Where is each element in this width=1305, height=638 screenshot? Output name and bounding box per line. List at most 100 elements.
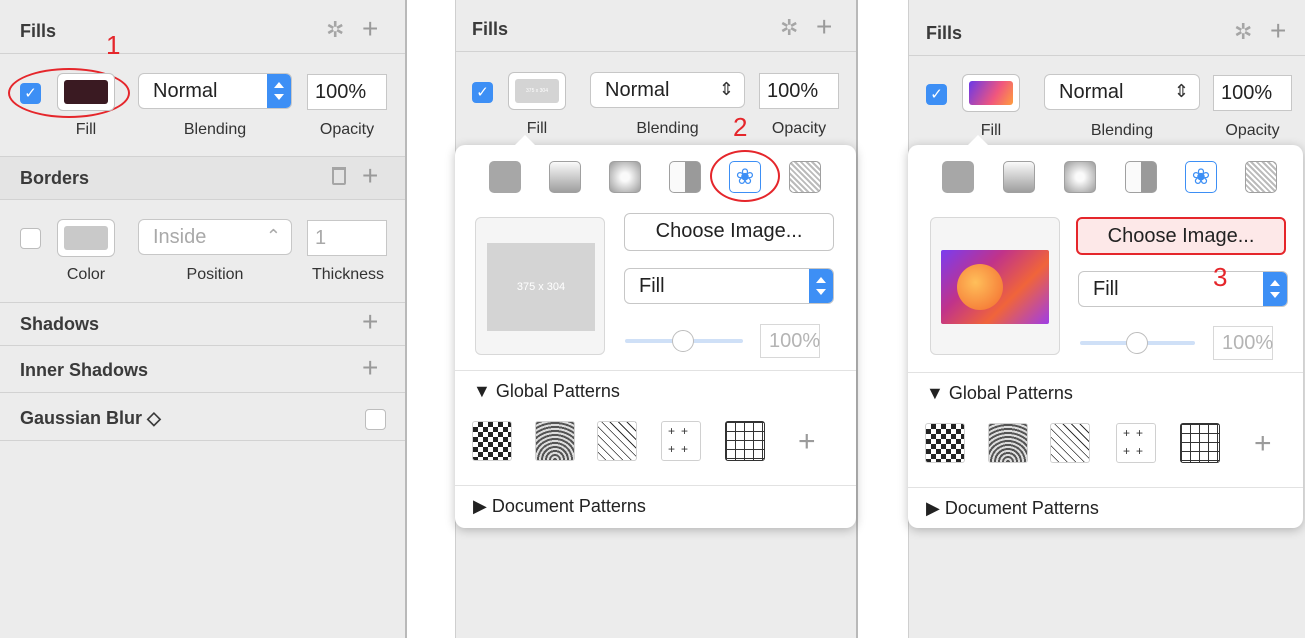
add-pattern-plus-icon[interactable]: + (798, 425, 816, 459)
blending-select[interactable]: Normal (138, 73, 292, 109)
annotation-ring-2 (710, 150, 780, 202)
solid-fill-type-icon[interactable] (942, 161, 974, 193)
border-enabled-checkbox[interactable] (20, 228, 41, 249)
global-patterns-toggle-3[interactable]: ▼ Global Patterns (926, 383, 1073, 404)
noise-fill-type-icon[interactable] (1245, 161, 1277, 193)
popover-arrow-shape (515, 135, 535, 145)
borders-header: Borders + (0, 156, 405, 200)
blending-caption: Blending (183, 121, 247, 138)
diagonal-pattern-tile[interactable] (1050, 423, 1090, 463)
fills-header-3: Fills ✲ + (909, 12, 1305, 56)
blending-value-3: Normal (1059, 81, 1124, 103)
opacity-input-3[interactable]: 100% (1213, 75, 1292, 111)
blending-select-3[interactable]: Normal ⇕ (1044, 74, 1200, 110)
add-fill-plus-icon[interactable]: + (816, 12, 832, 42)
border-color-swatch[interactable] (57, 219, 115, 257)
choose-image-button[interactable]: Choose Image... (624, 213, 834, 251)
scales-pattern-tile[interactable] (988, 423, 1028, 463)
image-placeholder: 375 x 304 (487, 243, 595, 331)
gear-icon[interactable]: ✲ (326, 17, 344, 43)
angular-gradient-type-icon[interactable] (669, 161, 701, 193)
gaussian-blur-title[interactable]: Gaussian Blur ◇ (20, 408, 161, 429)
blending-caption-2: Blending (636, 120, 699, 137)
popover-arrow-shape (968, 135, 988, 145)
global-patterns-toggle[interactable]: ▼ Global Patterns (473, 381, 620, 402)
document-patterns-toggle-3[interactable]: ▶ Document Patterns (926, 498, 1099, 519)
image-mode-select-3[interactable]: Fill (1078, 271, 1288, 307)
radial-gradient-type-icon[interactable] (609, 161, 641, 193)
divider (455, 485, 856, 486)
blending-select-2[interactable]: Normal ⇕ (590, 72, 745, 108)
image-mode-value: Fill (639, 275, 665, 297)
shadows-header: Shadows + (0, 302, 405, 346)
gear-icon[interactable]: ✲ (780, 15, 798, 41)
chevron-updown-icon: ⇕ (718, 79, 734, 99)
linear-gradient-type-icon[interactable] (1003, 161, 1035, 193)
fill-image-swatch-3[interactable] (962, 74, 1020, 112)
gaussian-blur-header: Gaussian Blur ◇ (0, 397, 405, 441)
add-border-plus-icon[interactable]: + (362, 161, 378, 191)
grid-pattern-tile[interactable] (1180, 423, 1220, 463)
annotation-marker-1: 1 (106, 30, 121, 60)
noise-fill-type-icon[interactable] (789, 161, 821, 193)
borders-title: Borders (20, 168, 90, 188)
solid-fill-type-icon[interactable] (489, 161, 521, 193)
blending-value: Normal (153, 80, 218, 102)
image-opacity-slider-knob-3[interactable] (1126, 332, 1148, 354)
border-position-select[interactable]: Inside ⌃ (138, 219, 292, 255)
image-mode-select[interactable]: Fill (624, 268, 834, 304)
opacity-input-2[interactable]: 100% (759, 73, 839, 109)
checker-pattern-tile[interactable] (472, 421, 512, 461)
opacity-caption-3: Opacity (1225, 122, 1280, 139)
inspector-panel-1: Fills ✲ + 1 ✓ Normal 100% Fill Blending … (0, 0, 407, 638)
fill-image-preview-2: 375 x 304 (515, 79, 559, 103)
blending-caption-3: Blending (1090, 122, 1154, 139)
fill-image-thumbnail-3 (969, 81, 1013, 105)
add-shadow-plus-icon[interactable]: + (362, 307, 378, 337)
image-opacity-slider-knob[interactable] (672, 330, 694, 352)
fill-color-preview (64, 80, 108, 104)
image-opacity-input-3[interactable]: 100% (1213, 326, 1273, 360)
scales-pattern-tile[interactable] (535, 421, 575, 461)
cross-pattern-tile[interactable]: ++ ++ (661, 421, 701, 461)
border-position-caption: Position (186, 266, 244, 283)
fill-popover-3: ❀ Choose Image... Fill 100% ▼ Global Pat… (908, 145, 1303, 528)
fill-enabled-checkbox-2[interactable]: ✓ (472, 82, 493, 103)
fill-image-swatch-2[interactable]: 375 x 304 (508, 72, 566, 110)
linear-gradient-type-icon[interactable] (549, 161, 581, 193)
selected-image-thumbnail (941, 250, 1049, 324)
trash-icon[interactable] (332, 167, 346, 185)
diagonal-pattern-tile[interactable] (597, 421, 637, 461)
opacity-caption: Opacity (319, 121, 375, 138)
fill-caption: Fill (75, 121, 97, 138)
fills-header-2: Fills ✲ + (456, 8, 856, 52)
opacity-input[interactable]: 100% (307, 74, 387, 110)
image-opacity-input[interactable]: 100% (760, 324, 820, 358)
cross-pattern-tile[interactable]: ++ ++ (1116, 423, 1156, 463)
radial-gradient-type-icon[interactable] (1064, 161, 1096, 193)
add-fill-plus-icon[interactable]: + (362, 14, 378, 44)
choose-image-button-3[interactable]: Choose Image... (1076, 217, 1286, 255)
divider (908, 372, 1303, 373)
fill-color-swatch[interactable] (57, 73, 115, 111)
border-thickness-input[interactable]: 1 (307, 220, 387, 256)
fill-enabled-checkbox[interactable]: ✓ (20, 83, 41, 104)
gear-icon[interactable]: ✲ (1234, 19, 1252, 45)
grid-pattern-tile[interactable] (725, 421, 765, 461)
fill-enabled-checkbox-3[interactable]: ✓ (926, 84, 947, 105)
border-thickness-caption: Thickness (311, 266, 385, 283)
inner-shadows-header: Inner Shadows + (0, 349, 405, 393)
image-preview: 375 x 304 (475, 217, 605, 355)
add-fill-plus-icon[interactable]: + (1270, 16, 1286, 46)
chevron-updown-icon: ⇕ (1173, 81, 1189, 101)
document-patterns-toggle[interactable]: ▶ Document Patterns (473, 496, 646, 517)
image-mode-stepper-icon (1263, 272, 1287, 306)
border-color-preview (64, 226, 108, 250)
add-inner-shadow-plus-icon[interactable]: + (362, 353, 378, 383)
angular-gradient-type-icon[interactable] (1125, 161, 1157, 193)
image-fill-type-icon[interactable]: ❀ (1185, 161, 1217, 193)
add-pattern-plus-icon[interactable]: + (1254, 427, 1272, 461)
checker-pattern-tile[interactable] (925, 423, 965, 463)
inner-shadows-title: Inner Shadows (20, 360, 149, 380)
gaussian-blur-checkbox[interactable] (365, 409, 386, 430)
